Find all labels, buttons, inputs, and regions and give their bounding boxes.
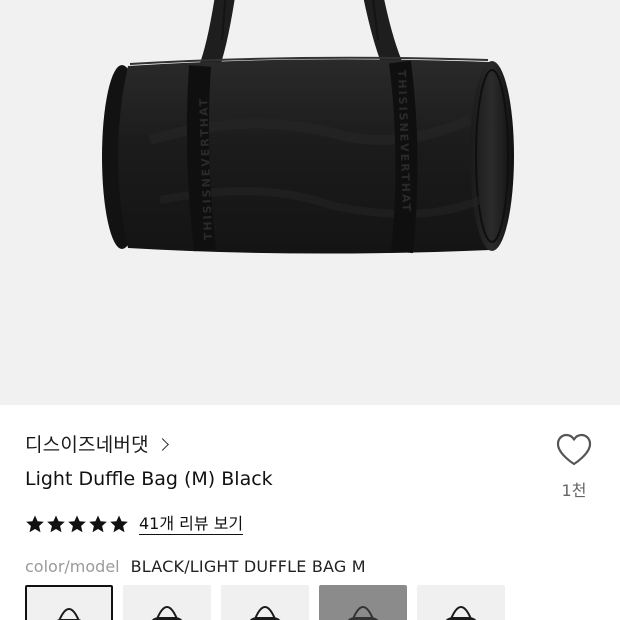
star-icon: [110, 515, 128, 533]
star-icon: [89, 515, 107, 533]
star-icon: [47, 515, 65, 533]
like-count: 1천: [561, 481, 587, 500]
option-thumbnail[interactable]: [25, 585, 113, 620]
bag-thumbnail-icon: [445, 606, 477, 620]
option-label: color/model: [25, 557, 120, 576]
option-thumbnail[interactable]: [319, 585, 407, 620]
brand-name: 디스이즈네버댓: [25, 434, 149, 456]
rating-row: 41개 리뷰 보기: [25, 513, 244, 535]
chevron-right-icon: [155, 437, 169, 451]
product-info-panel: 디스이즈네버댓 Light Duffle Bag (M) Black 41개 리…: [0, 405, 620, 620]
option-thumbnail[interactable]: [417, 585, 505, 620]
option-thumbnail[interactable]: [221, 585, 309, 620]
product-hero-image[interactable]: THISISNEVERTHAT THISISNEVERTHAT: [0, 0, 620, 405]
review-link[interactable]: 41개 리뷰 보기: [139, 513, 244, 535]
bag-thumbnail-icon: [56, 608, 82, 620]
brand-link[interactable]: 디스이즈네버댓: [25, 430, 169, 457]
bag-thumbnail-icon: [151, 606, 183, 620]
bag-thumbnail-icon: [249, 606, 281, 620]
star-icon: [68, 515, 86, 533]
duffle-bag-image: THISISNEVERTHAT THISISNEVERTHAT: [102, 0, 514, 254]
like-button[interactable]: 1천: [552, 433, 596, 501]
bag-thumbnail-icon: [347, 606, 379, 620]
option-value: BLACK/LIGHT DUFFLE BAG M: [130, 557, 366, 576]
star-icon: [26, 515, 44, 533]
option-row: color/model BLACK/LIGHT DUFFLE BAG M: [25, 557, 366, 576]
rating-stars: [25, 514, 129, 534]
option-thumbnail[interactable]: [123, 585, 211, 620]
option-thumbnails: [25, 585, 505, 620]
heart-icon: [556, 433, 592, 466]
product-title: Light Duffle Bag (M) Black: [25, 468, 273, 490]
